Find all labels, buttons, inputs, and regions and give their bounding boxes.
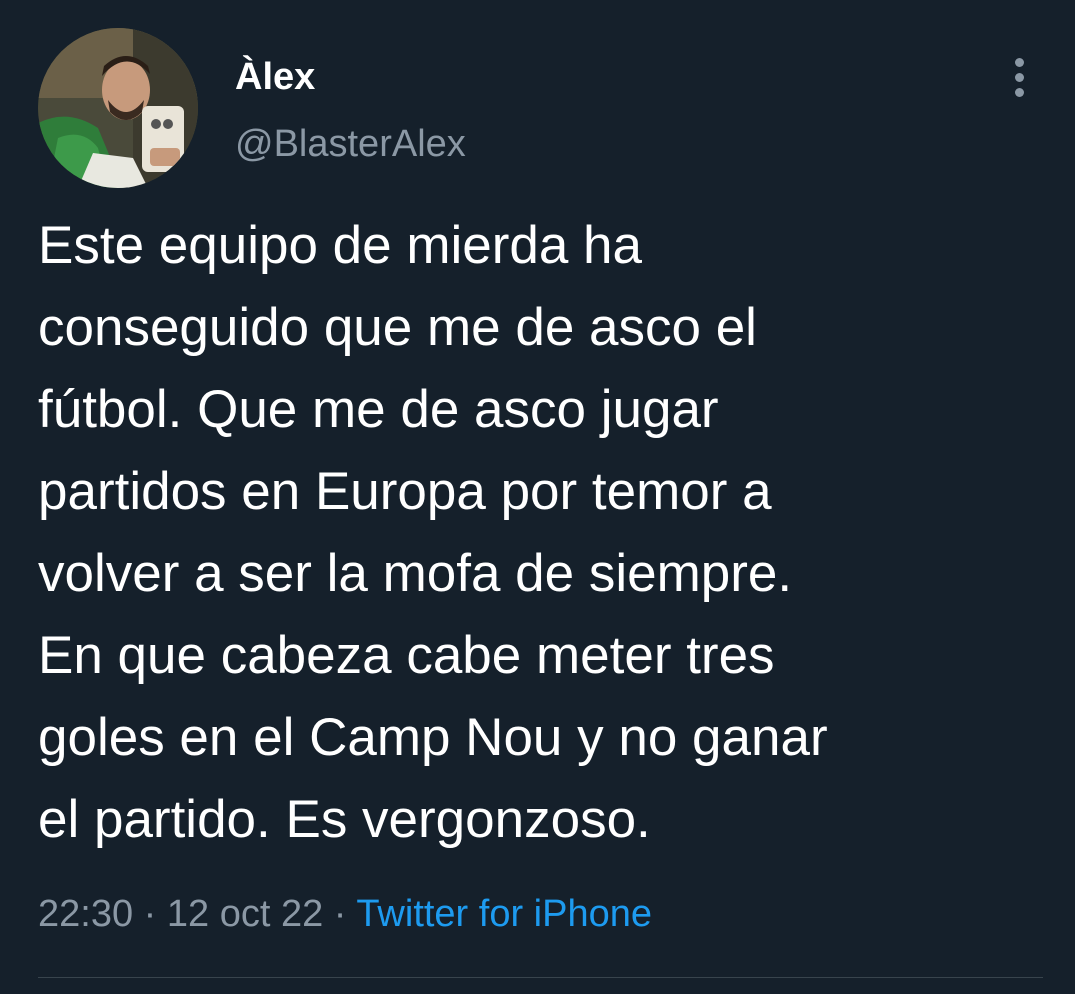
avatar[interactable] (38, 28, 198, 188)
divider (38, 977, 1043, 978)
meta-separator: · (133, 893, 167, 935)
tweet-time[interactable]: 22:30 (38, 893, 133, 935)
avatar-photo-icon (38, 28, 198, 188)
tweet-text: Este equipo de mierda ha conseguido que … (38, 216, 828, 849)
more-options-icon[interactable] (1000, 52, 1040, 102)
user-handle[interactable]: @BlasterAlex (235, 123, 466, 166)
tweet-date[interactable]: 12 oct 22 (167, 893, 323, 935)
tweet-meta: 22:30 · 12 oct 22 · Twitter for iPhone (38, 893, 652, 936)
more-dot (1015, 88, 1024, 97)
meta-separator: · (323, 893, 357, 935)
display-name[interactable]: Àlex (235, 56, 315, 99)
more-dot (1015, 73, 1024, 82)
more-dot (1015, 58, 1024, 67)
tweet-source-link[interactable]: Twitter for iPhone (356, 893, 652, 935)
tweet: Àlex @BlasterAlex Este equipo de mierda … (0, 0, 1075, 994)
